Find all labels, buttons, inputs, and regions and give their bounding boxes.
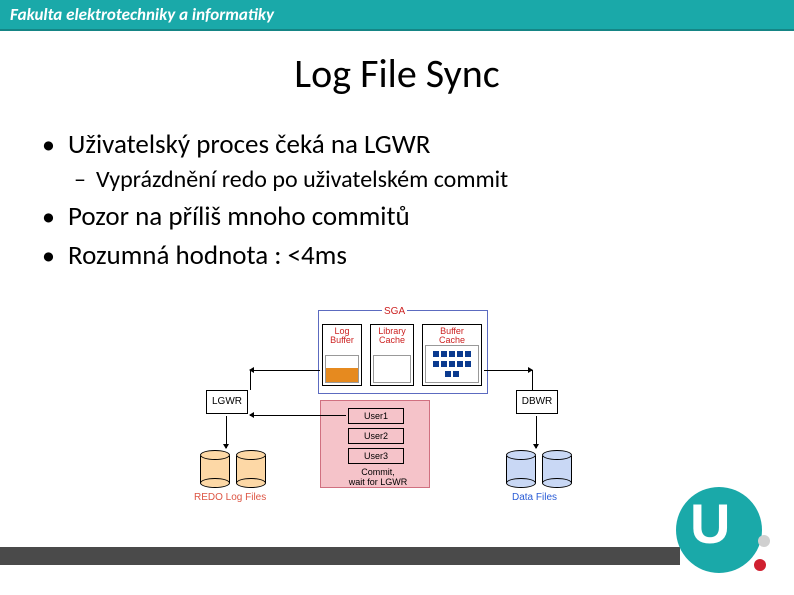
data-file-2 — [542, 450, 572, 488]
faculty-header: Fakulta elektrotechniky a informatiky — [0, 0, 794, 31]
arrow-bufcache-to-dbwr — [484, 370, 532, 371]
university-logo: U — [664, 487, 784, 587]
redo-file-2 — [236, 450, 266, 488]
library-cache-fill — [373, 355, 411, 383]
data-file-1 — [506, 450, 536, 488]
logo-letter: U — [690, 491, 730, 556]
logo-dot-red — [754, 559, 766, 571]
library-cache-label: Library Cache — [378, 326, 406, 345]
arrow-lgwr-to-redo — [226, 416, 227, 448]
sga-label: SGA — [382, 306, 407, 317]
buffer-cache-box: Buffer Cache — [422, 324, 482, 386]
dbwr-process: DBWR — [516, 390, 558, 414]
data-files-label: Data Files — [512, 492, 557, 503]
logo-dot-grey — [758, 535, 770, 547]
arrow-user-to-lgwr — [250, 415, 346, 416]
buffer-cache-label: Buffer Cache — [439, 326, 465, 345]
log-buffer-fill — [325, 355, 359, 383]
log-buffer-label: Log Buffer — [330, 326, 354, 345]
log-buffer-box: Log Buffer — [322, 324, 362, 386]
user2-box: User2 — [348, 428, 404, 444]
buffer-cache-fill — [425, 345, 479, 383]
bullet-3: Rozumná hodnota : <4ms — [40, 239, 764, 272]
bullet-2: Pozor na příliš mnoho commitů — [40, 200, 764, 233]
commit-wait-text: Commit, wait for LGWR — [338, 468, 418, 488]
redo-file-1 — [200, 450, 230, 488]
content-area: Uživatelský proces čeká na LGWR Vyprázdn… — [40, 128, 764, 272]
bullet-1-sub-1-text: Vyprázdnění redo po uživatelském commit — [96, 165, 508, 194]
bullet-1-sub-1: Vyprázdnění redo po uživatelském commit — [68, 165, 764, 194]
bullet-1-text: Uživatelský proces čeká na LGWR — [68, 128, 430, 161]
user3-box: User3 — [348, 448, 404, 464]
bullet-1: Uživatelský proces čeká na LGWR Vyprázdn… — [40, 128, 764, 194]
arrow-dbwr-conn — [532, 370, 533, 390]
arrow-logbuf-to-lgwr — [250, 370, 320, 371]
architecture-diagram: SGA Log Buffer Library Cache Buffer Cach… — [200, 310, 600, 520]
bullet-3-text: Rozumná hodnota : <4ms — [68, 239, 347, 272]
slide-title: Log File Sync — [0, 49, 794, 98]
arrow-dbwr-to-data — [536, 416, 537, 448]
bullet-2-text: Pozor na příliš mnoho commitů — [68, 200, 410, 233]
library-cache-box: Library Cache — [370, 324, 414, 386]
footer-bar — [0, 547, 680, 565]
lgwr-process: LGWR — [206, 390, 248, 414]
user1-box: User1 — [348, 408, 404, 424]
faculty-name: Fakulta elektrotechniky a informatiky — [10, 4, 274, 25]
arrow-lgwr-conn — [250, 370, 251, 390]
redo-files-label: REDO Log Files — [194, 492, 266, 503]
